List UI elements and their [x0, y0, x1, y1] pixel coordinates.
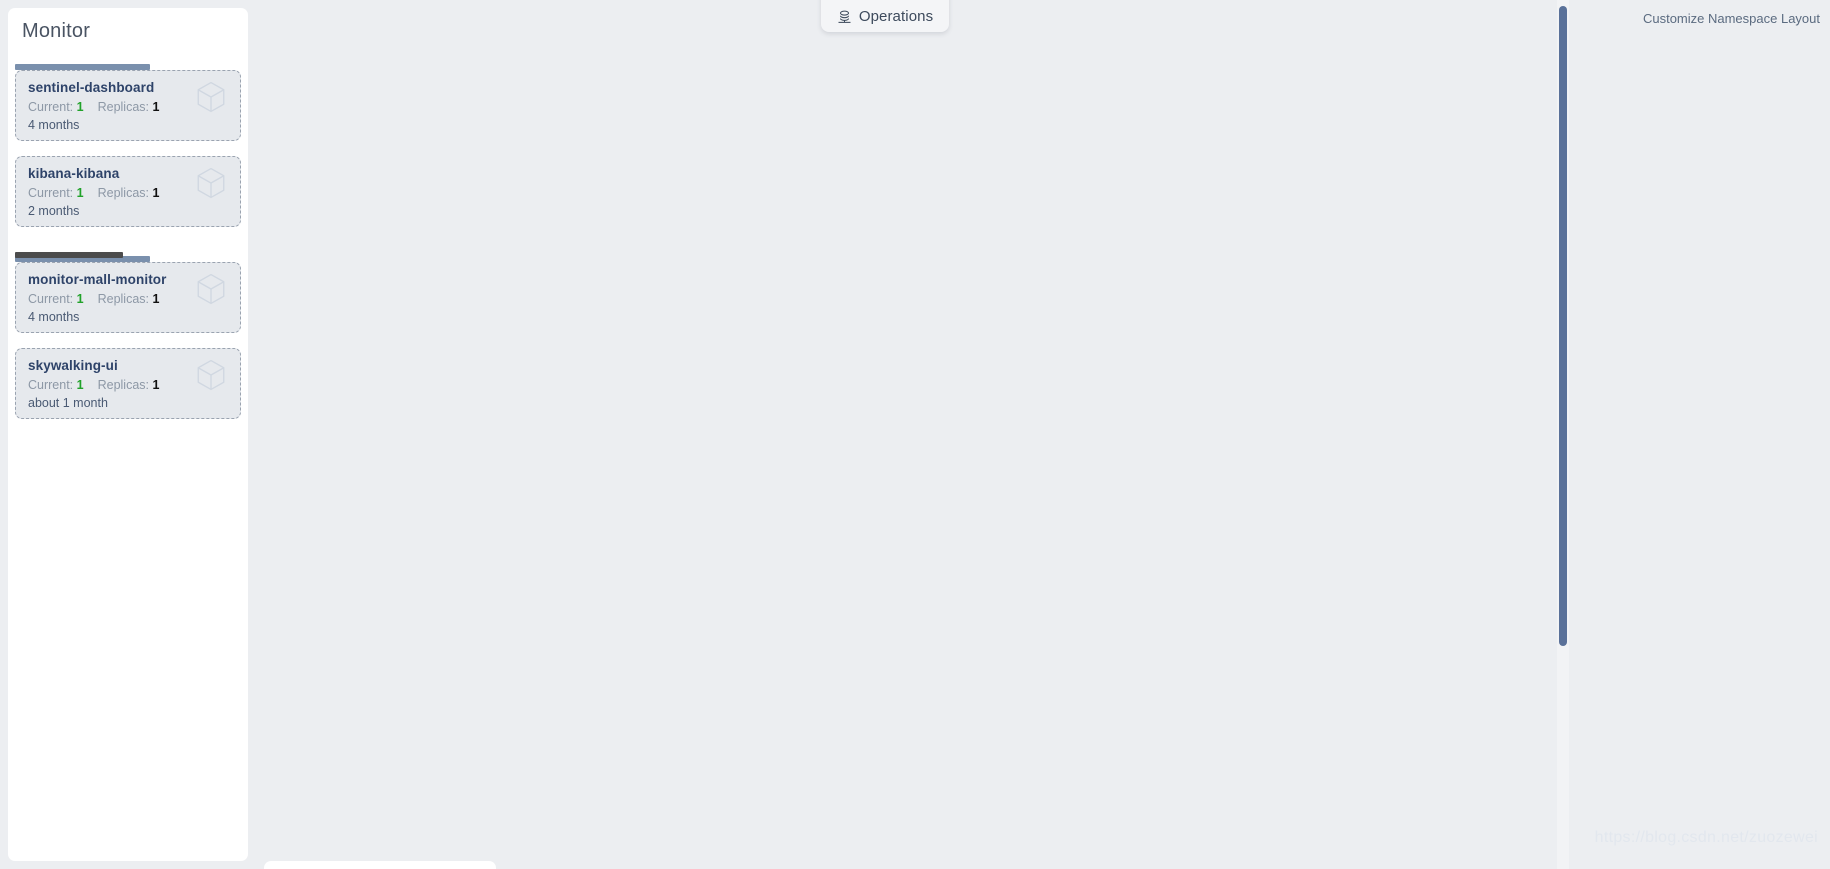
workload-age: 4 months	[28, 118, 80, 132]
workload-card-body[interactable]: sentinel-dashboard Current: 1 Replicas: 14…	[15, 70, 241, 141]
current-label: Current:	[28, 100, 74, 114]
workload-card-body[interactable]: skywalking-ui Current: 1 Replicas: 1 about …	[15, 348, 241, 419]
replicas-value: 1	[152, 378, 160, 392]
replicas-value: 1	[152, 100, 160, 114]
customize-namespace-layout-link[interactable]: Customize Namespace Layout	[1643, 11, 1820, 26]
card-progress-bar-dark	[15, 252, 123, 258]
workload-age: about 1 month	[28, 396, 108, 410]
panel-agent: AgentlogstashCurrent: 1Replicas: 14 mont…	[264, 861, 496, 869]
workload-card-body[interactable]: monitor-mall-monitor Current: 1 Replicas: …	[15, 262, 241, 333]
workload-card[interactable]: sentinel-dashboard Current: 1 Replicas: 14…	[15, 60, 241, 141]
workload-age: 2 months	[28, 204, 80, 218]
replicas-label: Replicas:	[97, 186, 150, 200]
panel-title-agent: Agent	[264, 861, 496, 869]
operations-button[interactable]: Operations	[821, 0, 949, 32]
replicas-value: 1	[152, 186, 160, 200]
workload-card[interactable]: monitor-mall-monitor Current: 1 Replicas: …	[15, 252, 241, 333]
replicas-label: Replicas:	[97, 292, 150, 306]
vertical-scrollbar[interactable]	[1557, 0, 1569, 869]
current-value: 1	[76, 378, 84, 392]
workload-age: 4 months	[28, 310, 80, 324]
operations-label: Operations	[858, 8, 934, 25]
current-value: 1	[76, 100, 84, 114]
cube-icon	[194, 166, 228, 200]
current-value: 1	[76, 186, 84, 200]
cube-icon	[194, 272, 228, 306]
namespace-layout-page: https://blog.csdn.net/zuozewei Operation…	[0, 0, 1830, 869]
current-label: Current:	[28, 292, 74, 306]
panel-title-monitor: Monitor	[22, 20, 91, 42]
workload-card[interactable]: kibana-kibana Current: 1 Replicas: 12 mont…	[15, 156, 241, 227]
replicas-value: 1	[152, 292, 160, 306]
replicas-label: Replicas:	[97, 100, 150, 114]
workload-card-body[interactable]: kibana-kibana Current: 1 Replicas: 12 mont…	[15, 156, 241, 227]
replicas-label: Replicas:	[97, 378, 150, 392]
current-label: Current:	[28, 186, 74, 200]
current-label: Current:	[28, 378, 74, 392]
cube-icon	[194, 80, 228, 114]
workload-card[interactable]: skywalking-ui Current: 1 Replicas: 1 about …	[15, 348, 241, 419]
cube-icon	[194, 358, 228, 392]
deployment-stack-icon	[837, 10, 852, 25]
scrollbar-thumb[interactable]	[1559, 6, 1567, 646]
current-value: 1	[76, 292, 84, 306]
watermark: https://blog.csdn.net/zuozewei	[1594, 829, 1818, 846]
panel-monitor: Monitor sentinel-dashboard Current: 1 Repli…	[8, 8, 248, 861]
